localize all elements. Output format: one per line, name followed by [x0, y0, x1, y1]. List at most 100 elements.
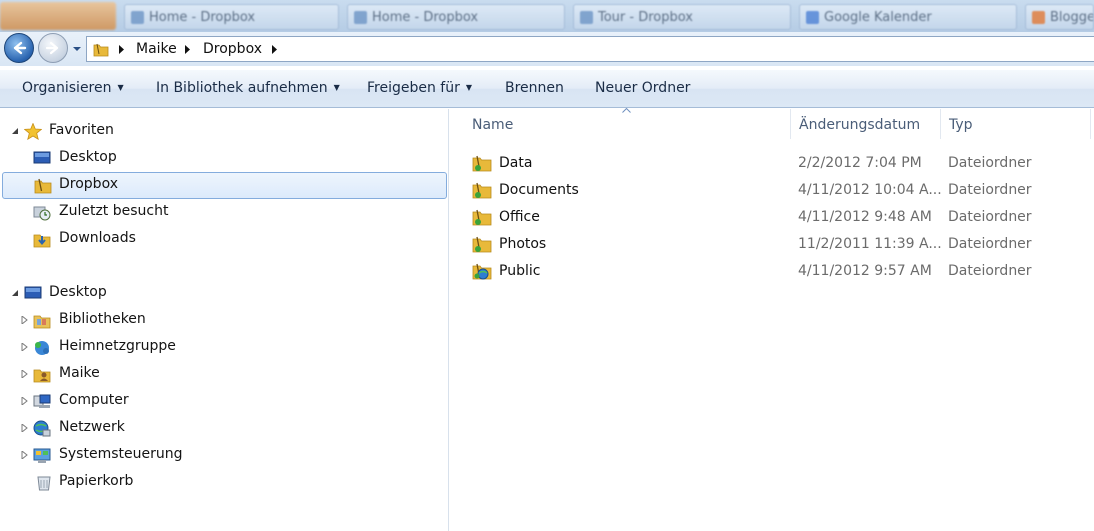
navigation-pane: Favoriten Desktop Dropbox Zuletzt besuch… [0, 109, 449, 531]
nav-favorites-header[interactable]: Favoriten [0, 118, 440, 145]
command-bar: Organisieren ▼ In Bibliothek aufnehmen ▼ F… [0, 70, 1094, 108]
collapsed-triangle-icon[interactable] [21, 451, 29, 459]
collapsed-triangle-icon[interactable] [21, 397, 29, 405]
nav-item-recycle-bin[interactable]: Papierkorb [2, 469, 447, 496]
expanded-triangle-icon[interactable] [11, 127, 19, 135]
file-row[interactable]: Public 4/11/2012 9:57 AM Dateiordner [470, 258, 1090, 284]
recycle-bin-icon [37, 476, 51, 491]
public-folder-icon [472, 263, 492, 280]
include-in-library-label: In Bibliothek aufnehmen [156, 80, 328, 96]
taskbar-tab[interactable]: Home - Dropbox [124, 4, 339, 30]
file-row[interactable]: Office 4/11/2012 9:48 AM Dateiordner [470, 204, 1090, 230]
dropbox-icon [580, 11, 593, 24]
nav-item-user-maike[interactable]: Maike [2, 361, 447, 388]
dropbox-icon [131, 11, 144, 24]
column-header-name[interactable]: Name [464, 109, 791, 139]
column-header-label: Änderungsdatum [799, 117, 921, 133]
taskbar-tab[interactable]: Blogger [1025, 4, 1094, 30]
nav-item-label: Favoriten [49, 122, 114, 138]
nav-item-computer[interactable]: Computer [2, 388, 447, 415]
file-row[interactable]: Documents 4/11/2012 10:04 A... Dateiordn… [470, 177, 1090, 203]
new-folder-label: Neuer Ordner [595, 80, 691, 96]
nav-desktop-header[interactable]: Desktop [0, 280, 440, 307]
file-date: 11/2/2011 11:39 A... [798, 236, 942, 252]
desktop-icon [33, 151, 51, 164]
nav-item-downloads[interactable]: Downloads [2, 226, 447, 253]
desktop-icon [24, 286, 42, 299]
burn-label: Brennen [505, 80, 564, 96]
file-row[interactable]: Photos 11/2/2011 11:39 A... Dateiordner [470, 231, 1090, 257]
breadcrumb-separator-icon[interactable] [118, 45, 125, 54]
recent-pages-dropdown[interactable] [72, 44, 82, 54]
new-folder-button[interactable]: Neuer Ordner [595, 80, 690, 96]
taskbar-tab[interactable]: Home - Dropbox [347, 4, 565, 30]
column-header-label: Typ [949, 117, 973, 133]
user-folder-icon [33, 369, 51, 383]
network-icon [33, 420, 51, 437]
collapsed-triangle-icon[interactable] [21, 424, 29, 432]
chevron-down-icon: ▼ [117, 83, 124, 92]
burn-button[interactable]: Brennen [505, 80, 564, 96]
file-type: Dateiordner [948, 182, 1032, 198]
taskbar-tab-label: Google Kalender [824, 10, 932, 25]
nav-item-label: Papierkorb [59, 473, 134, 489]
homegroup-icon [35, 341, 49, 355]
breadcrumb-separator-icon[interactable] [184, 45, 191, 54]
organize-menu-label: Organisieren [22, 80, 112, 96]
file-type: Dateiordner [948, 155, 1032, 171]
expanded-triangle-icon[interactable] [11, 289, 19, 297]
synced-folder-icon [472, 236, 492, 253]
forward-button[interactable] [38, 33, 68, 63]
column-header-type[interactable]: Typ [941, 109, 1091, 139]
back-button[interactable] [4, 33, 34, 63]
nav-item-desktop[interactable]: Desktop [2, 145, 447, 172]
nav-item-network[interactable]: Netzwerk [2, 415, 447, 442]
share-with-button[interactable]: Freigeben für ▼ [367, 80, 472, 96]
folder-icon [93, 43, 109, 57]
arrow-right-icon [45, 41, 59, 55]
file-name: Office [499, 209, 540, 225]
dropbox-icon [354, 11, 367, 24]
dropbox-folder-icon [34, 178, 52, 194]
computer-icon [33, 394, 51, 408]
nav-item-recent-places[interactable]: Zuletzt besucht [2, 199, 447, 226]
nav-item-label: Dropbox [59, 176, 118, 192]
collapsed-triangle-icon[interactable] [21, 316, 29, 324]
collapsed-triangle-icon[interactable] [21, 370, 29, 378]
nav-item-label: Computer [59, 392, 129, 408]
nav-item-control-panel[interactable]: Systemsteuerung [2, 442, 447, 469]
nav-item-label: Desktop [59, 149, 117, 165]
include-in-library-button[interactable]: In Bibliothek aufnehmen ▼ [156, 80, 340, 96]
nav-item-label: Netzwerk [59, 419, 125, 435]
nav-item-libraries[interactable]: Bibliotheken [2, 307, 447, 334]
nav-item-label: Systemsteuerung [59, 446, 183, 462]
taskbar-tab-label: Home - Dropbox [149, 10, 256, 25]
taskbar-tab-label: Tour - Dropbox [598, 10, 693, 25]
address-bar-row: Maike Dropbox [0, 32, 1094, 66]
taskbar-tab[interactable]: Google Kalender [799, 4, 1017, 30]
file-date: 4/11/2012 9:48 AM [798, 209, 932, 225]
nav-item-label: Bibliotheken [59, 311, 146, 327]
collapsed-triangle-icon[interactable] [21, 343, 29, 351]
nav-item-homegroup[interactable]: Heimnetzgruppe [2, 334, 447, 361]
breadcrumb-separator-icon[interactable] [271, 45, 278, 54]
file-type: Dateiordner [948, 263, 1032, 279]
breadcrumb-item[interactable]: Maike [136, 41, 177, 57]
libraries-icon [33, 315, 51, 329]
nav-item-dropbox[interactable]: Dropbox [2, 172, 447, 199]
file-list: Name Änderungsdatum Typ Data 2/2/2012 7:… [450, 108, 1094, 531]
taskbar-tab[interactable]: Tour - Dropbox [573, 4, 791, 30]
organize-menu-button[interactable]: Organisieren ▼ [22, 80, 124, 96]
nav-item-label: Downloads [59, 230, 136, 246]
synced-folder-icon [472, 155, 492, 172]
breadcrumb-item[interactable]: Dropbox [203, 41, 262, 57]
file-name: Photos [499, 236, 547, 252]
star-icon [24, 123, 42, 140]
column-header-date[interactable]: Änderungsdatum [791, 109, 941, 139]
nav-item-label: Zuletzt besucht [59, 203, 169, 219]
arrow-left-icon [13, 41, 27, 55]
taskbar-start-item[interactable] [0, 2, 116, 30]
file-row[interactable]: Data 2/2/2012 7:04 PM Dateiordner [470, 150, 1090, 176]
calendar-icon [806, 11, 819, 24]
address-box[interactable]: Maike Dropbox [86, 36, 1094, 62]
